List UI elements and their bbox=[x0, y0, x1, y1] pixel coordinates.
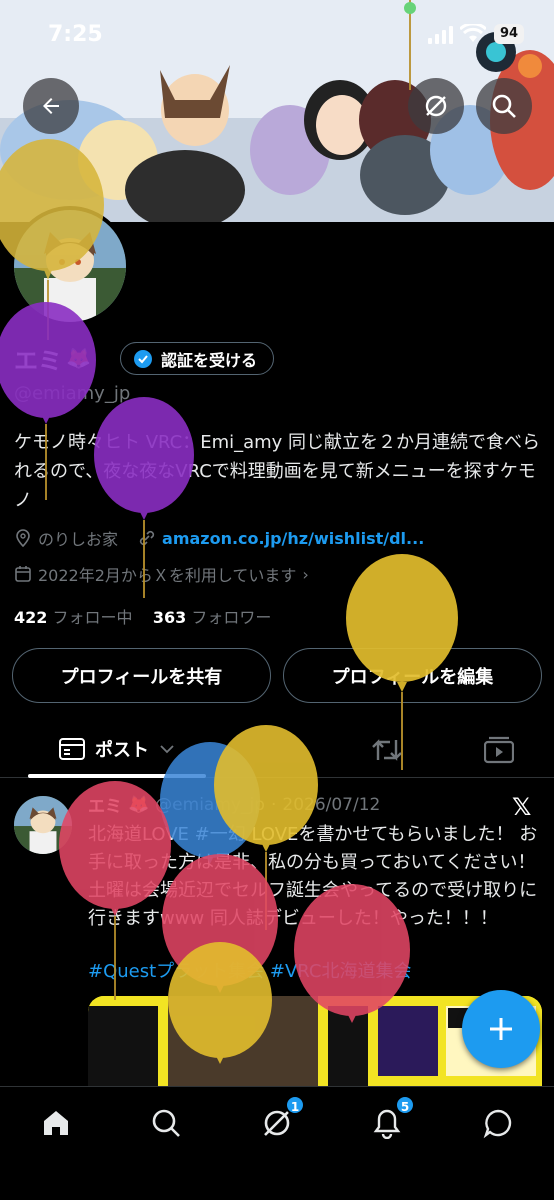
status-bar: 7:25 94 bbox=[0, 0, 554, 66]
calendar-icon bbox=[15, 566, 31, 582]
nav-grok[interactable]: 1 bbox=[257, 1095, 305, 1143]
home-icon bbox=[44, 1111, 68, 1135]
followers-count[interactable]: 363 bbox=[153, 608, 186, 627]
bottom-navigation: 1 5 bbox=[0, 1086, 554, 1200]
status-time: 7:25 bbox=[48, 22, 103, 47]
nav-notifications[interactable]: 5 bbox=[367, 1095, 415, 1143]
search-button[interactable] bbox=[476, 78, 532, 134]
location-pin-icon bbox=[16, 529, 30, 547]
profile-meta-row: のりしお家 amazon.co.jp/hz/wishlist/dl... bbox=[14, 526, 424, 550]
arrow-left-icon bbox=[43, 98, 59, 114]
profile-name-row: エミ 🦊 bbox=[14, 342, 91, 375]
post-tab-icon bbox=[59, 738, 85, 760]
fox-emoji-icon: 🦊 bbox=[66, 346, 91, 370]
verified-badge-icon bbox=[134, 349, 152, 368]
following-count[interactable]: 422 bbox=[14, 608, 47, 627]
grok-icon bbox=[425, 95, 447, 117]
get-verified-button[interactable]: 認証を受ける bbox=[120, 342, 275, 375]
share-profile-button[interactable]: プロフィールを共有 bbox=[12, 648, 271, 703]
grok-badge: 1 bbox=[285, 1095, 305, 1115]
battery-indicator: 94 bbox=[494, 24, 524, 44]
profile-joined-row[interactable]: 2022年2月からＸを利用しています › bbox=[14, 562, 309, 586]
profile-location: のりしお家 bbox=[38, 530, 119, 549]
profile-tabs: ポスト bbox=[0, 720, 554, 778]
fox-emoji-icon: 🦊 bbox=[128, 794, 150, 815]
following-label[interactable]: フォロー中 bbox=[53, 608, 133, 627]
profile-bio: ケモノ時々ヒト VRC：Emi_amy 同じ献立を２か月連続で食べられるので、夜… bbox=[14, 432, 541, 511]
nav-search[interactable] bbox=[146, 1103, 186, 1143]
tab-videos[interactable] bbox=[484, 736, 514, 764]
search-icon bbox=[492, 94, 516, 118]
profile-avatar[interactable] bbox=[10, 206, 130, 326]
back-button[interactable] bbox=[23, 78, 79, 134]
active-tab-indicator bbox=[28, 774, 206, 778]
notifications-badge: 5 bbox=[395, 1095, 415, 1115]
nav-messages[interactable] bbox=[478, 1103, 518, 1143]
x-logo-icon: 𝕏 bbox=[512, 793, 532, 821]
edit-profile-button[interactable]: プロフィールを編集 bbox=[283, 648, 542, 703]
post-text: 北海道LOVE #一幻 LOVEを書かせてもらいました！ お手に取った方は是非、… bbox=[88, 824, 538, 929]
get-verified-label: 認証を受ける bbox=[161, 350, 258, 370]
profile-joined: 2022年2月からＸを利用しています bbox=[38, 566, 297, 585]
wifi-icon bbox=[460, 24, 486, 42]
tab-posts-label: ポスト bbox=[95, 740, 149, 761]
compose-post-button[interactable] bbox=[462, 990, 540, 1068]
chat-bubble-icon bbox=[483, 1109, 512, 1139]
chevron-right-icon: › bbox=[302, 564, 309, 584]
post-date: 2026/07/12 bbox=[282, 794, 381, 815]
grok-button[interactable] bbox=[408, 78, 464, 134]
nav-home[interactable] bbox=[36, 1103, 76, 1143]
followers-label[interactable]: フォロワー bbox=[191, 608, 271, 627]
profile-display-name: エミ bbox=[14, 346, 62, 375]
search-icon bbox=[152, 1109, 180, 1137]
post-avatar[interactable] bbox=[14, 796, 72, 854]
tab-posts[interactable]: ポスト bbox=[28, 720, 206, 778]
profile-handle: @emiamy_jp bbox=[14, 383, 131, 404]
chevron-down-icon bbox=[160, 745, 174, 754]
follow-stats: 422 フォロー中 363 フォロワー bbox=[14, 604, 271, 628]
profile-link[interactable]: amazon.co.jp/hz/wishlist/dl... bbox=[162, 529, 424, 548]
post-separator: · bbox=[270, 794, 277, 815]
link-icon bbox=[139, 530, 155, 546]
plus-icon bbox=[490, 1018, 512, 1040]
post-author-name[interactable]: エミ bbox=[88, 792, 122, 817]
post-header: エミ 🦊 @emiamy_jp · 2026/07/12 bbox=[88, 792, 381, 818]
tab-reposts[interactable] bbox=[370, 736, 404, 764]
post-hashtags[interactable]: #Questプラット集会 #VRC北海道集会 bbox=[88, 957, 411, 983]
post-author-handle: @emiamy_jp bbox=[155, 794, 265, 815]
cellular-signal-icon bbox=[428, 26, 453, 44]
